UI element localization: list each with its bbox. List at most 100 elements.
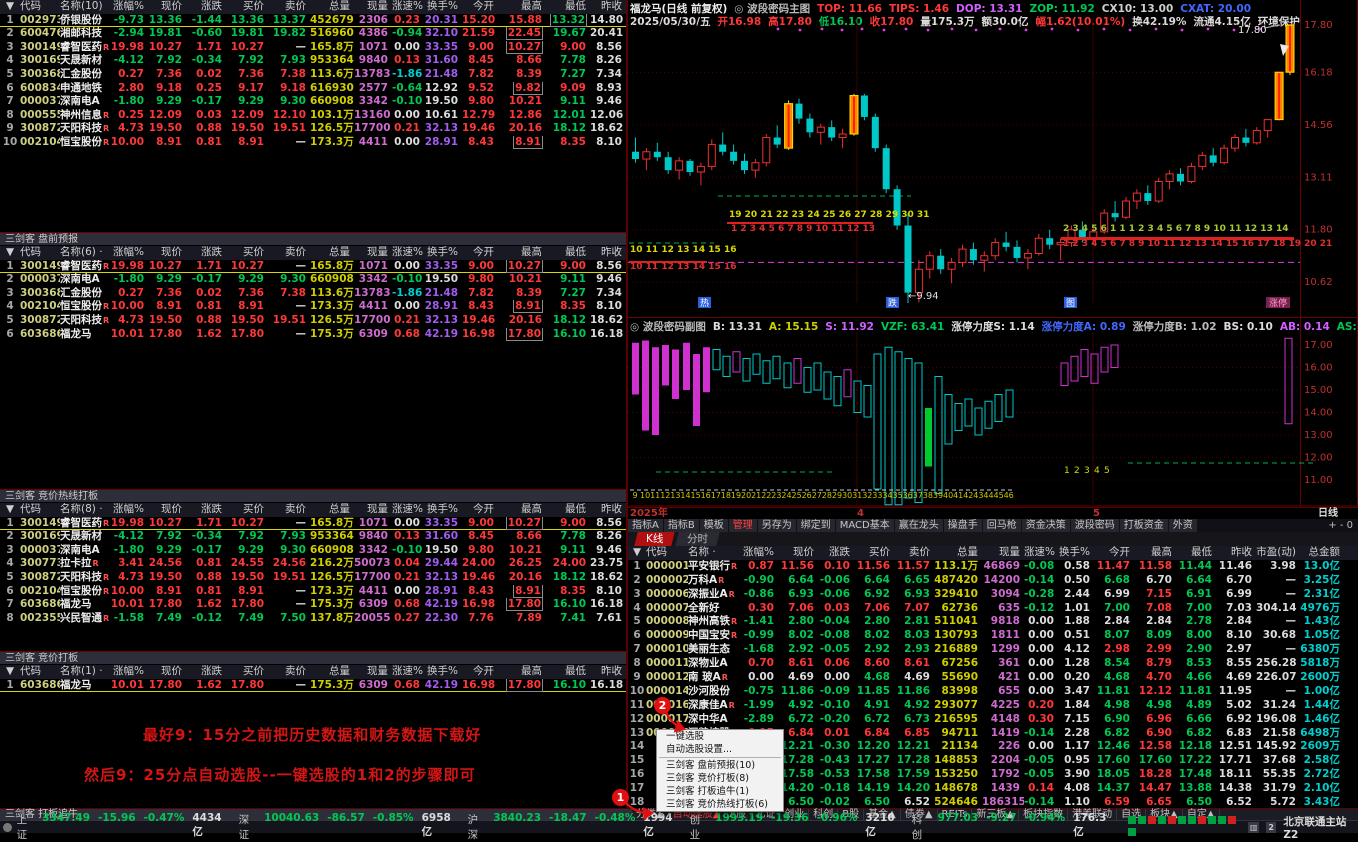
column-header[interactable]: 总量 bbox=[310, 503, 354, 517]
stock-row-603686[interactable]: 1603686福龙马10.0117.801.6217.80—175.3万6309… bbox=[0, 679, 626, 693]
tab-fenshi[interactable]: 分时 bbox=[676, 532, 720, 546]
kline-chart[interactable]: 17.8016.1814.5613.1111.8010.6219 20 21 2… bbox=[628, 0, 1358, 507]
stock-row-600834[interactable]: 6600834申通地铁2.809.180.259.179.18616930257… bbox=[0, 82, 626, 96]
section-title-jingjia-daban[interactable]: 三剑客 竞价打板 bbox=[0, 651, 626, 664]
column-header[interactable]: ▼ bbox=[628, 546, 646, 560]
stock-row-000555[interactable]: 8000555神州信息R0.2512.090.0312.0912.10103.1… bbox=[0, 109, 626, 123]
indicator-tab-赢在龙头[interactable]: 赢在龙头 bbox=[895, 519, 943, 532]
stock-row-002104[interactable]: 6002104恒宝股份R10.008.910.818.91—173.3万4411… bbox=[0, 585, 626, 599]
column-header[interactable]: 总量 bbox=[934, 546, 982, 560]
indicator-tab-另存为[interactable]: 另存为 bbox=[758, 519, 796, 532]
column-header[interactable]: 现量 bbox=[354, 0, 392, 14]
column-header[interactable]: 卖价 bbox=[268, 665, 310, 679]
column-header[interactable]: 昨收 bbox=[590, 665, 626, 679]
column-header[interactable]: 代码 bbox=[646, 546, 688, 560]
index-科创[interactable]: 科创977.03-9.27-0.94%176.3亿 bbox=[912, 812, 1115, 842]
column-header[interactable]: 最低 bbox=[546, 503, 590, 517]
stock-row-000002[interactable]: 2000002万科AR-0.906.64-0.066.646.654874201… bbox=[628, 574, 1358, 588]
column-header[interactable]: 涨速% bbox=[392, 246, 424, 260]
column-header[interactable]: 买价 bbox=[226, 0, 268, 14]
column-header[interactable]: ▼ bbox=[0, 503, 20, 517]
stock-row-300169[interactable]: 4300169天晟新材-4.127.92-0.347.927.939533649… bbox=[0, 54, 626, 68]
stock-row-002104[interactable]: 10002104恒宝股份R10.008.910.818.91—173.3万441… bbox=[0, 136, 626, 150]
column-header[interactable]: 今开 bbox=[1094, 546, 1134, 560]
menu-item-4[interactable]: 三剑客 竞价打板(8) bbox=[657, 772, 783, 785]
stock-row-000037[interactable]: 2000037深南电A-1.809.29-0.179.299.306609083… bbox=[0, 273, 626, 287]
chart-zoom-controls[interactable]: + - 0 bbox=[1328, 519, 1358, 532]
column-header[interactable]: ▼ bbox=[0, 665, 20, 679]
column-header[interactable]: 代码 bbox=[20, 665, 60, 679]
column-header[interactable]: 名称(8) · bbox=[60, 503, 110, 517]
column-header[interactable]: 涨速% bbox=[392, 665, 424, 679]
column-header[interactable]: 涨跌 bbox=[186, 246, 226, 260]
indicator-tab-管理[interactable]: 管理 bbox=[729, 519, 757, 532]
stock-row-603686[interactable]: 7603686福龙马10.0117.801.6217.80—175.3万6309… bbox=[0, 598, 626, 612]
stock-row-000008[interactable]: 5000008神州高铁R-1.412.80-0.042.802.81511041… bbox=[628, 615, 1358, 629]
section-title-jingjia-hotline[interactable]: 三剑客 竞价热线打板 bbox=[0, 489, 626, 502]
column-header[interactable]: 卖价 bbox=[268, 503, 310, 517]
column-header[interactable]: 总金额 bbox=[1300, 546, 1344, 560]
stock-row-603686[interactable]: 6603686福龙马10.0117.801.6217.80—175.3万6309… bbox=[0, 328, 626, 342]
column-header[interactable]: 现价 bbox=[148, 665, 186, 679]
column-header[interactable]: 现量 bbox=[982, 546, 1024, 560]
grid-icon[interactable]: ▥ bbox=[1248, 822, 1259, 833]
column-header[interactable]: 现价 bbox=[778, 546, 818, 560]
column-header[interactable]: 买价 bbox=[226, 503, 268, 517]
column-header[interactable]: 最低 bbox=[546, 0, 590, 14]
stock-row-000037[interactable]: 7000037深南电A-1.809.29-0.179.299.306609083… bbox=[0, 95, 626, 109]
index-深证[interactable]: 深证10040.63-86.57-0.85%6958亿 bbox=[239, 812, 459, 842]
section-title-panqian[interactable]: 三剑客 盘前预报 bbox=[0, 232, 626, 245]
column-header[interactable]: 名称(1) · bbox=[60, 665, 110, 679]
column-header[interactable]: 现价 bbox=[148, 0, 186, 14]
column-header[interactable]: 换手% bbox=[424, 503, 462, 517]
column-header[interactable]: ▼ bbox=[0, 246, 20, 260]
stock-row-002973[interactable]: 1002973侨银股份-9.7313.36-1.4413.3613.374526… bbox=[0, 14, 626, 28]
column-header[interactable]: 涨幅% bbox=[110, 503, 148, 517]
indicator-tab-指标A[interactable]: 指标A bbox=[628, 519, 663, 532]
column-header[interactable]: 昨收 bbox=[590, 503, 626, 517]
column-header[interactable]: 换手% bbox=[1058, 546, 1094, 560]
column-header[interactable]: 涨幅% bbox=[110, 0, 148, 14]
column-header[interactable]: 涨速% bbox=[1024, 546, 1058, 560]
stock-row-000012[interactable]: 9000012南 玻AR0.004.690.004.684.6955690421… bbox=[628, 671, 1358, 685]
column-header[interactable]: 买价 bbox=[226, 665, 268, 679]
indicator-tab-操盘手[interactable]: 操盘手 bbox=[944, 519, 982, 532]
column-header[interactable]: 总量 bbox=[310, 665, 354, 679]
stock-row-300149[interactable]: 1300149睿智医药R19.9810.271.7110.27—165.8万10… bbox=[0, 260, 626, 274]
stock-row-300872[interactable]: 5300872天阳科技R4.7319.500.8819.5019.51126.5… bbox=[0, 314, 626, 328]
menu-item-3[interactable]: 三剑客 盘前预报(10) bbox=[657, 759, 783, 772]
tab-kline[interactable]: K线 bbox=[634, 532, 675, 546]
column-header[interactable]: 最高 bbox=[498, 665, 546, 679]
menu-item-2[interactable]: 自动选股设置... bbox=[657, 743, 783, 756]
column-header[interactable]: 换手% bbox=[424, 0, 462, 14]
column-header[interactable]: 名称(6) · bbox=[60, 246, 110, 260]
stock-row-300872[interactable]: 9300872天阳科技R4.7319.500.8819.5019.51126.5… bbox=[0, 122, 626, 136]
column-header[interactable]: 今开 bbox=[462, 665, 498, 679]
column-header[interactable]: 换手% bbox=[424, 665, 462, 679]
menu-item-1[interactable]: 一键选股 bbox=[657, 730, 783, 743]
stock-row-300169[interactable]: 2300169天晟新材-4.127.92-0.347.927.939533649… bbox=[0, 530, 626, 544]
column-header[interactable]: 最高 bbox=[498, 0, 546, 14]
column-header[interactable]: 卖价 bbox=[894, 546, 934, 560]
column-header[interactable]: 买价 bbox=[854, 546, 894, 560]
indicator-tab-回马枪[interactable]: 回马枪 bbox=[983, 519, 1021, 532]
column-header[interactable]: 现价 bbox=[148, 503, 186, 517]
column-header[interactable]: 现量 bbox=[354, 503, 392, 517]
stock-row-300368[interactable]: 5300368汇金股份0.277.360.027.367.38113.6万137… bbox=[0, 68, 626, 82]
column-header[interactable]: 代码 bbox=[20, 246, 60, 260]
column-header[interactable]: 最低 bbox=[546, 665, 590, 679]
stock-row-002355[interactable]: 8002355兴民智通R-1.587.49-0.127.497.50137.8万… bbox=[0, 612, 626, 626]
menu-item-5[interactable]: 三剑客 打板追牛(1) bbox=[657, 785, 783, 798]
indicator-tab-指标B[interactable]: 指标B bbox=[664, 519, 699, 532]
indicator-tab-MACD基本[interactable]: MACD基本 bbox=[836, 519, 894, 532]
column-header[interactable]: 现价 bbox=[148, 246, 186, 260]
stock-row-000017[interactable]: 12000017深中华A-2.896.72-0.206.726.73216595… bbox=[628, 713, 1358, 727]
stock-row-300773[interactable]: 4300773拉卡拉R3.4124.560.8124.5524.56216.2万… bbox=[0, 557, 626, 571]
indicator-tab-资金决策[interactable]: 资金决策 bbox=[1022, 519, 1070, 532]
column-header[interactable]: 代码 bbox=[20, 0, 60, 14]
menu-item-6[interactable]: 三剑客 竞价热线打板(6) bbox=[657, 798, 783, 811]
stock-row-300149[interactable]: 1300149睿智医药R19.9810.271.7110.27—165.8万10… bbox=[0, 517, 626, 531]
column-header[interactable]: 今开 bbox=[462, 246, 498, 260]
stock-row-000001[interactable]: 1000001平安银行R0.8711.560.1011.5611.57113.1… bbox=[628, 560, 1358, 574]
column-header[interactable]: 涨幅% bbox=[742, 546, 778, 560]
